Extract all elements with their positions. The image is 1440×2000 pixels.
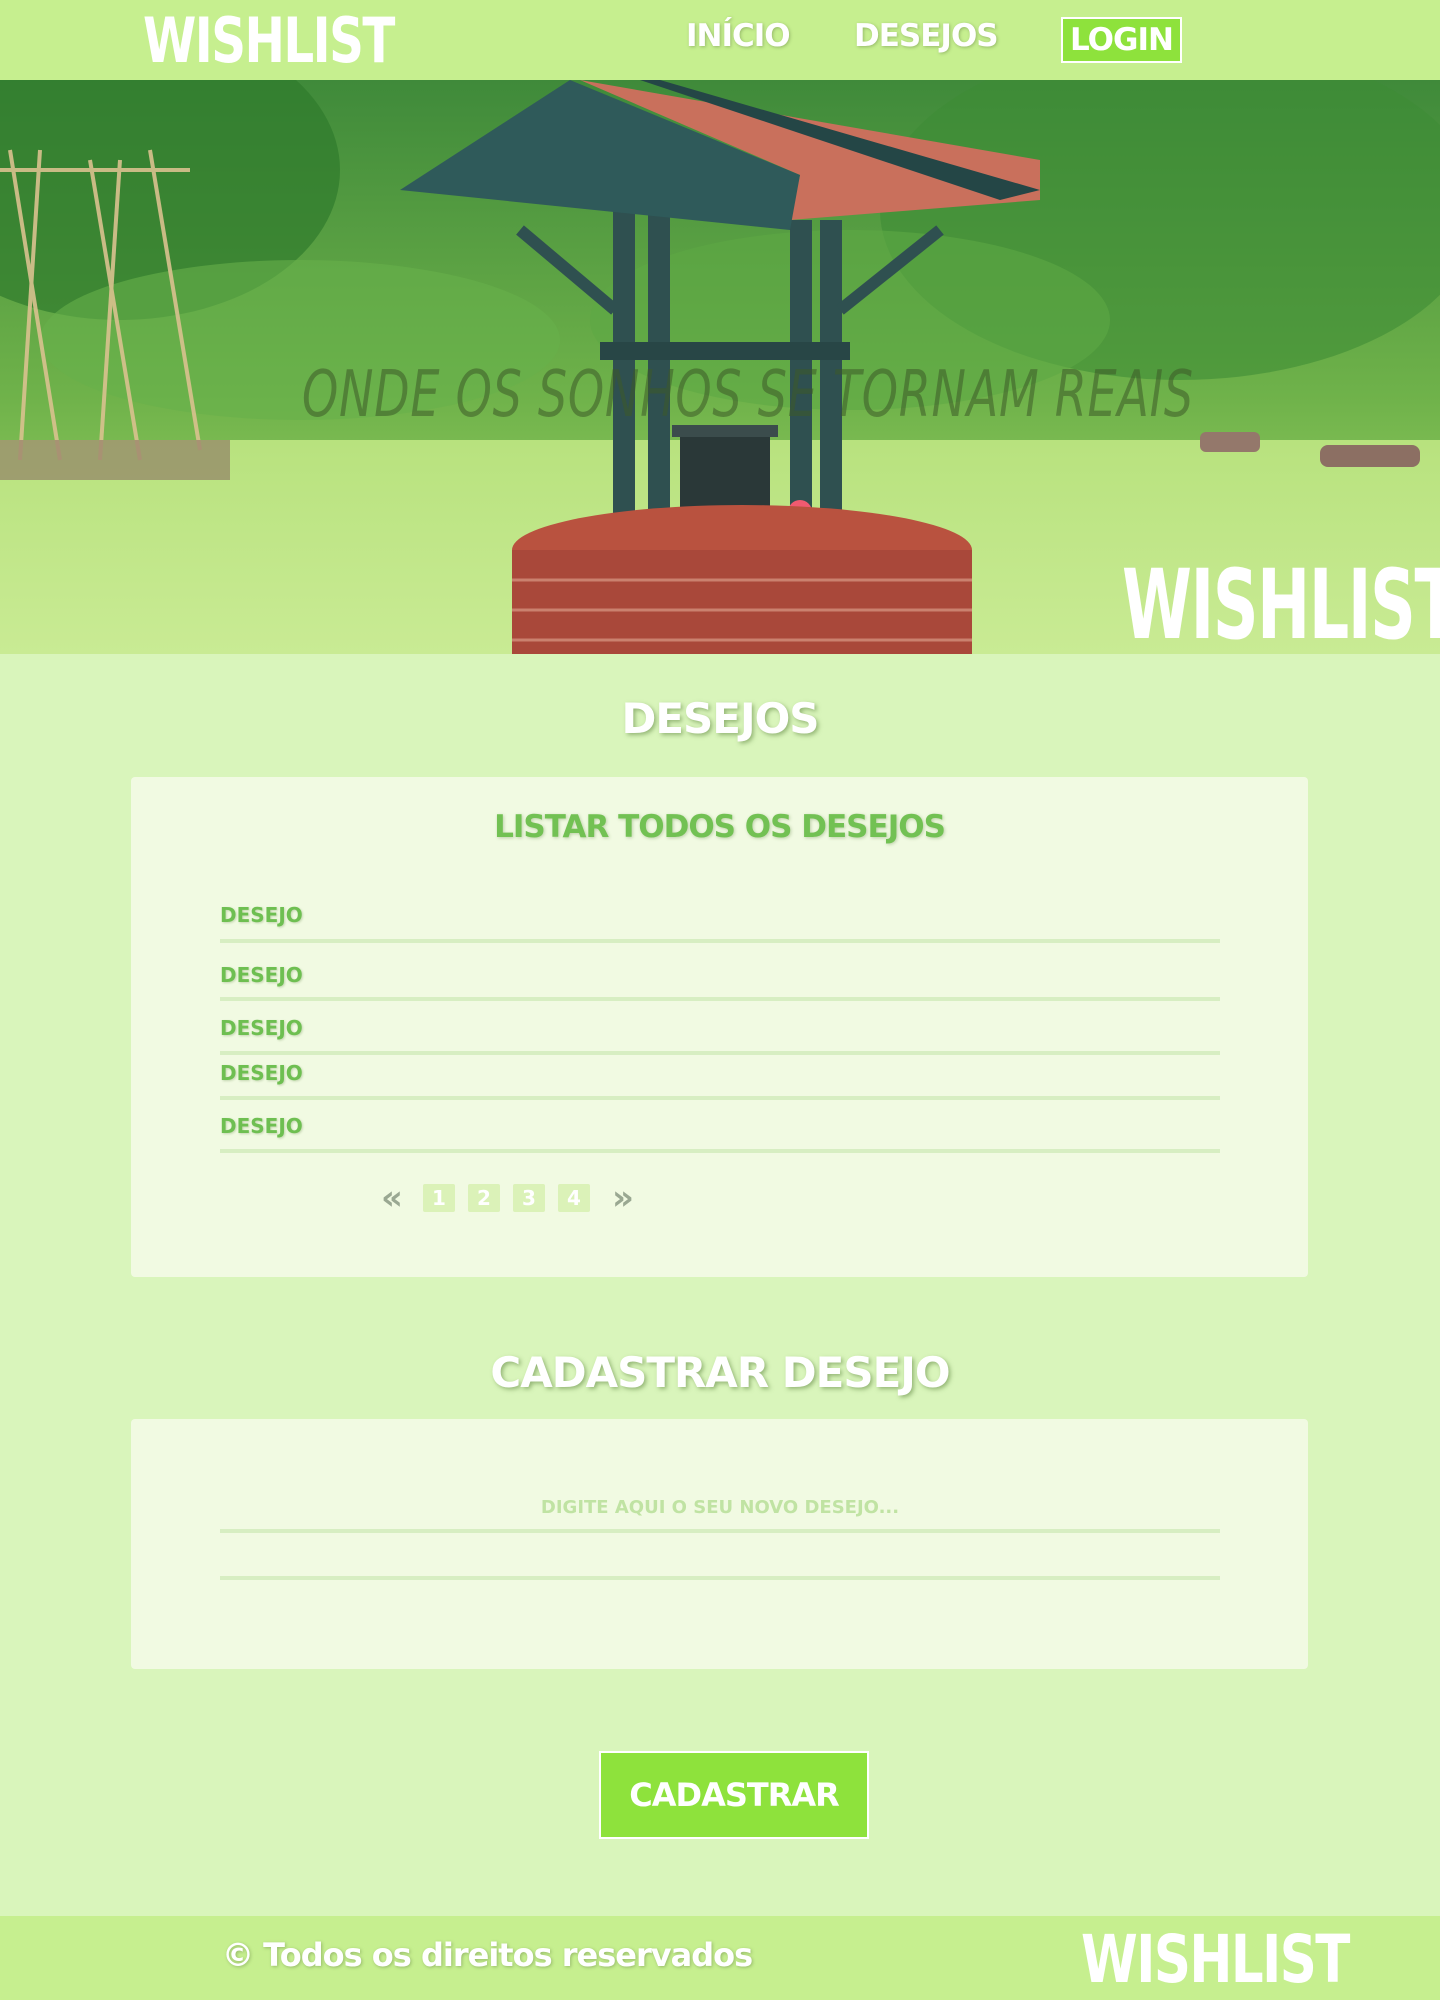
wish-label: DESEJO [220,963,303,987]
list-item[interactable]: DESEJO [220,963,1220,1001]
divider [220,1576,1220,1580]
divider [220,939,1220,943]
divider [220,1051,1220,1055]
pagination-page-3[interactable]: 3 [512,1184,545,1212]
hero-tagline: ONDE OS SONHOS SE TORNAM REAIS [302,358,1194,432]
list-item[interactable]: DESEJO [220,1061,1220,1100]
pagination-page-2[interactable]: 2 [467,1184,500,1212]
pagination-page-1[interactable]: 1 [422,1184,455,1212]
pagination-next[interactable]: » [612,1181,634,1215]
wish-list-heading: LISTAR TODOS OS DESEJOS [494,809,946,845]
input-underline [220,1529,1220,1533]
site-footer: © Todos os direitos reservados WISHLIST [0,1916,1440,2000]
list-item[interactable]: DESEJO [220,1016,1220,1055]
wish-label: DESEJO [220,1061,303,1085]
copyright-text: © Todos os direitos reservados [222,1936,753,1974]
section-title-desejos: DESEJOS [621,694,819,743]
divider [220,1096,1220,1100]
login-button[interactable]: LOGIN [1061,17,1182,63]
hero-logo: WISHLIST [1122,549,1440,654]
list-item[interactable]: DESEJO [220,903,1220,943]
divider [220,997,1220,1001]
pagination-prev[interactable]: « [381,1181,403,1215]
list-item[interactable]: DESEJO [220,1114,1220,1153]
footer-logo: WISHLIST [1081,1921,1350,1998]
wish-label: DESEJO [220,1016,303,1040]
nav-inicio[interactable]: INÍCIO [686,18,791,54]
pagination: « 1 2 3 4 » [381,1181,634,1215]
section-title-cadastrar: CADASTRAR DESEJO [490,1348,950,1397]
register-button[interactable]: CADASTRAR [599,1751,869,1839]
pagination-page-4[interactable]: 4 [557,1184,590,1212]
register-wish-panel [131,1419,1308,1669]
nav-desejos[interactable]: DESEJOS [854,18,999,54]
header-logo[interactable]: WISHLIST [143,6,395,76]
site-header: WISHLIST INÍCIO DESEJOS LOGIN [0,0,1440,80]
divider [220,1149,1220,1153]
wish-label: DESEJO [220,1114,303,1138]
new-wish-input[interactable] [220,1487,1220,1527]
wish-list-panel: LISTAR TODOS OS DESEJOS DESEJO DESEJO DE… [131,777,1308,1277]
wish-label: DESEJO [220,903,303,927]
hero-banner: ONDE OS SONHOS SE TORNAM REAIS WISHLIST [0,80,1440,654]
